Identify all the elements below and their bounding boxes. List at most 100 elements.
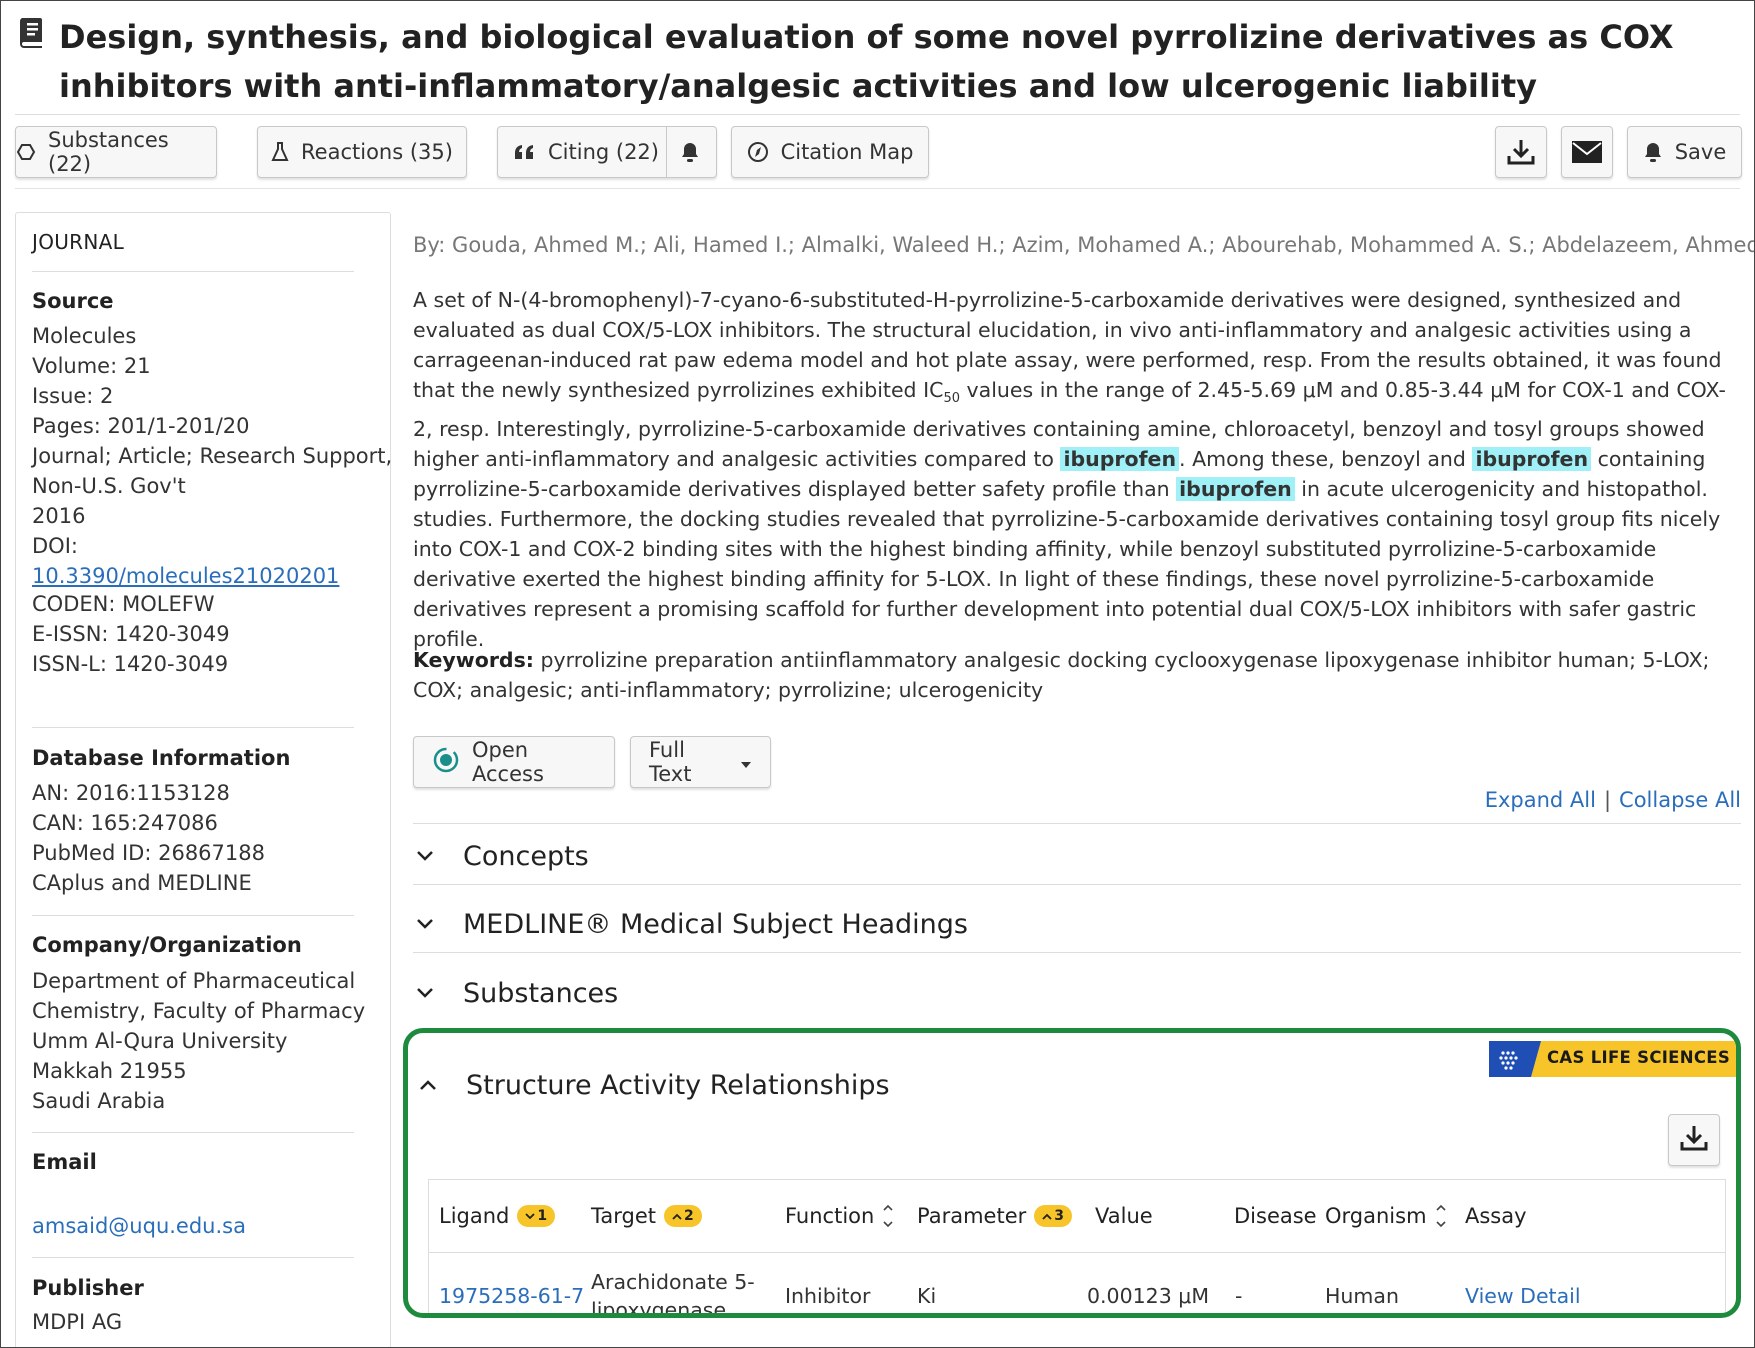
citing-split-button: Citing (22) bbox=[497, 126, 717, 178]
function-cell: Inhibitor bbox=[785, 1284, 871, 1308]
chevron-up-icon bbox=[416, 1080, 466, 1090]
can-value: CAN: 165:247086 bbox=[32, 811, 218, 835]
coden-value: CODEN: MOLEFW bbox=[32, 592, 215, 616]
highlight-term: ibuprofen bbox=[1176, 477, 1295, 502]
separator: | bbox=[1603, 788, 1612, 812]
citation-map-button[interactable]: Citation Map bbox=[731, 126, 929, 178]
divider bbox=[32, 727, 354, 728]
expand-collapse-controls: Expand All | Collapse All bbox=[1485, 788, 1741, 812]
col-label: Target bbox=[591, 1204, 656, 1228]
collapse-all-link[interactable]: Collapse All bbox=[1619, 788, 1741, 812]
org-line: Umm Al-Qura University bbox=[32, 1029, 288, 1053]
col-organism[interactable]: Organism bbox=[1325, 1180, 1447, 1252]
col-label: Assay bbox=[1465, 1204, 1527, 1228]
keywords-label: Keywords: bbox=[413, 648, 534, 672]
org-line: Chemistry, Faculty of Pharmacy bbox=[32, 999, 366, 1023]
bell-icon[interactable] bbox=[680, 141, 700, 163]
reactions-button[interactable]: Reactions (35) bbox=[257, 126, 467, 178]
open-access-button[interactable]: Open Access bbox=[413, 736, 615, 788]
organization-label: Company/Organization bbox=[32, 933, 302, 957]
sort-icon bbox=[1435, 1202, 1447, 1230]
highlight-term: ibuprofen bbox=[1060, 447, 1180, 472]
divider bbox=[32, 271, 354, 272]
year-value: 2016 bbox=[32, 504, 86, 528]
col-assay: Assay bbox=[1465, 1180, 1527, 1252]
email-link[interactable]: amsaid@uqu.edu.sa bbox=[32, 1211, 246, 1241]
doi-label: DOI: bbox=[32, 534, 78, 558]
doc-type-line-1: Journal; Article; Research Support, bbox=[32, 444, 393, 468]
row-divider bbox=[429, 1252, 1725, 1253]
keywords: Keywords: pyrrolizine preparation antiin… bbox=[413, 645, 1733, 705]
open-access-label: Open Access bbox=[472, 738, 544, 786]
divider bbox=[413, 884, 1741, 885]
col-label: Ligand bbox=[439, 1204, 510, 1228]
organism-cell: Human bbox=[1325, 1284, 1399, 1308]
org-line: Department of Pharmaceutical bbox=[32, 969, 356, 993]
section-title: Concepts bbox=[463, 840, 589, 872]
journal-heading: JOURNAL bbox=[32, 230, 125, 254]
open-access-icon bbox=[432, 746, 460, 779]
full-text-dropdown[interactable]: Full Text bbox=[630, 736, 771, 788]
email-button[interactable] bbox=[1561, 126, 1613, 178]
col-ligand[interactable]: Ligand 1 bbox=[439, 1180, 556, 1252]
col-label: Organism bbox=[1325, 1204, 1427, 1228]
section-concepts[interactable]: Concepts bbox=[413, 836, 589, 876]
download-button[interactable] bbox=[1495, 126, 1547, 178]
save-button[interactable]: Save bbox=[1627, 126, 1742, 178]
citing-label[interactable]: Citing (22) bbox=[548, 140, 659, 164]
flask-icon bbox=[271, 141, 289, 163]
sar-section: Structure Activity Relationships CAS LIF… bbox=[403, 1028, 1741, 1318]
col-disease: Disease bbox=[1234, 1180, 1317, 1252]
subscript: 50 bbox=[943, 391, 960, 407]
value-cell: 0.00123 μM bbox=[1087, 1284, 1210, 1308]
issnl-value: ISSN-L: 1420-3049 bbox=[32, 652, 229, 676]
doi-link[interactable]: 10.3390/molecules21020201 bbox=[32, 561, 392, 591]
sar-download-button[interactable] bbox=[1668, 1114, 1720, 1166]
email-label: Email bbox=[32, 1150, 97, 1174]
chevron-down-icon bbox=[413, 988, 463, 998]
keywords-value: pyrrolizine preparation antiinflammatory… bbox=[413, 648, 1710, 702]
col-label: Parameter bbox=[917, 1204, 1027, 1228]
divider bbox=[15, 114, 1740, 115]
pages-value: Pages: 201/1-201/20 bbox=[32, 414, 250, 438]
section-substances[interactable]: Substances bbox=[413, 973, 618, 1013]
sort-badge: 1 bbox=[517, 1205, 556, 1227]
split-divider bbox=[666, 127, 667, 177]
expand-all-link[interactable]: Expand All bbox=[1485, 788, 1596, 812]
view-detail-link[interactable]: View Detail bbox=[1465, 1282, 1581, 1310]
citation-map-label: Citation Map bbox=[780, 140, 914, 164]
badge-label: CAS LIFE SCIENCES bbox=[1547, 1048, 1731, 1067]
compass-icon bbox=[747, 141, 769, 163]
ligand-link[interactable]: 1975258-61-7 bbox=[439, 1282, 584, 1310]
section-mesh[interactable]: MEDLINE® Medical Subject Headings bbox=[413, 904, 968, 944]
org-line: Makkah 21955 bbox=[32, 1059, 187, 1083]
org-line: Saudi Arabia bbox=[32, 1089, 166, 1113]
caret-down-icon bbox=[740, 750, 752, 774]
sort-icon bbox=[882, 1202, 894, 1230]
section-sar[interactable]: Structure Activity Relationships bbox=[416, 1065, 890, 1105]
sort-badge: 3 bbox=[1034, 1205, 1073, 1227]
col-parameter[interactable]: Parameter 3 bbox=[917, 1180, 1073, 1252]
source-value: Molecules bbox=[32, 324, 137, 348]
sort-badge: 2 bbox=[663, 1205, 702, 1227]
disease-cell: - bbox=[1235, 1284, 1243, 1308]
divider bbox=[32, 915, 354, 916]
section-title: Structure Activity Relationships bbox=[466, 1069, 890, 1101]
pubmed-value: PubMed ID: 26867188 bbox=[32, 841, 265, 865]
database-info-label: Database Information bbox=[32, 746, 291, 770]
highlight-term: ibuprofen bbox=[1472, 447, 1592, 472]
email-icon bbox=[1571, 140, 1603, 164]
col-target[interactable]: Target 2 bbox=[591, 1180, 702, 1252]
section-title: MEDLINE® Medical Subject Headings bbox=[463, 908, 968, 940]
page-frame: Design, synthesis, and biological evalua… bbox=[0, 0, 1755, 1348]
divider bbox=[413, 823, 1741, 824]
sar-table: Ligand 1 Target 2 Function Parameter 3 V… bbox=[428, 1179, 1726, 1313]
chevron-down-icon bbox=[413, 851, 463, 861]
substances-button[interactable]: Substances (22) bbox=[15, 126, 217, 178]
divider bbox=[32, 1257, 354, 1258]
col-function[interactable]: Function bbox=[785, 1180, 894, 1252]
authors: By: Gouda, Ahmed M.; Ali, Hamed I.; Alma… bbox=[413, 233, 1755, 257]
col-label: Function bbox=[785, 1204, 875, 1228]
abstract: A set of N-(4-bromophenyl)-7-cyano-6-sub… bbox=[413, 288, 1726, 652]
source-label: Source bbox=[32, 289, 114, 313]
